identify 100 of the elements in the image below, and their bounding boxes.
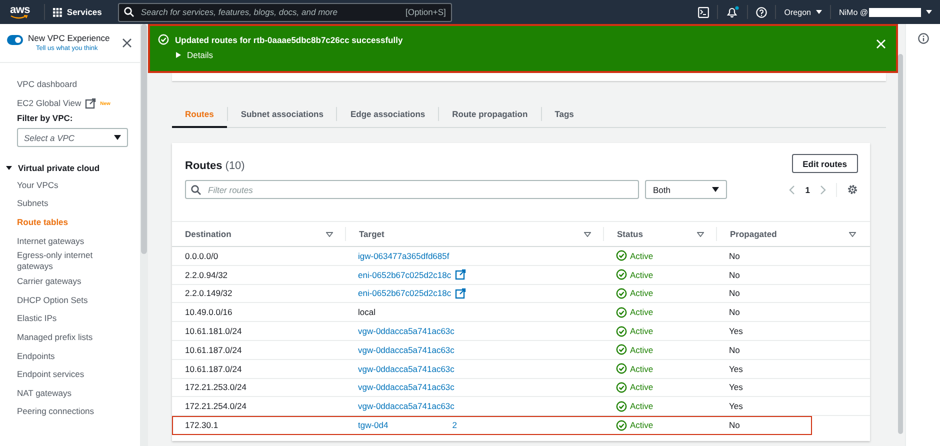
external-link-icon[interactable] — [455, 269, 466, 280]
caret-icon — [176, 52, 181, 58]
status-text: Active — [630, 326, 654, 336]
section-header[interactable]: Virtual private cloud — [0, 160, 140, 176]
table-cell-text: 172.21.254.0/24 — [184, 401, 248, 412]
caret-icon — [114, 135, 121, 140]
check-circle-icon — [616, 306, 627, 318]
column-header[interactable]: Status — [603, 227, 716, 241]
nav-link[interactable]: Your VPCs — [0, 176, 118, 195]
table-cell-text: No — [728, 288, 741, 298]
bell-icon[interactable] — [726, 6, 740, 18]
target-link[interactable]: vgw-0ddacca5a741ac63c — [358, 344, 454, 355]
table-cell-text: 10.61.187.0/24 — [184, 344, 243, 355]
caret-icon — [926, 10, 932, 14]
nav-link[interactable]: DHCP Option Sets — [0, 290, 118, 310]
nav-link[interactable]: Internet gateways — [0, 232, 118, 250]
filter-input[interactable]: Filter routes — [206, 184, 633, 196]
check-circle-icon — [616, 326, 627, 337]
tab[interactable]: Route propagation — [439, 100, 541, 128]
column-header[interactable]: Target — [345, 227, 603, 241]
caret-icon — [6, 165, 12, 171]
table-cell-text: Yes — [728, 382, 744, 392]
table-cell-text: 10.49.0.0/16 — [184, 307, 234, 318]
status-text: Active — [630, 250, 654, 261]
status-text: Active — [630, 420, 654, 430]
filter-field[interactable]: Filter routes — [185, 180, 639, 199]
check-circle-icon — [616, 344, 627, 356]
target-link[interactable]: 2 — [452, 420, 457, 430]
check-circle-icon — [616, 250, 627, 262]
settings-icon[interactable] — [847, 184, 858, 195]
nav-link[interactable]: Carrier gateways — [0, 272, 118, 291]
info-icon[interactable] — [918, 33, 928, 44]
aws-logo[interactable]: aws — [10, 6, 30, 18]
target-link[interactable]: igw-063477a365dfd685f — [358, 250, 450, 261]
table-cell-text: 10.61.187.0/24 — [184, 364, 243, 374]
nav-link[interactable]: Managed prefix lists — [0, 328, 118, 347]
nav-link[interactable]: VPC dashboard — [17, 79, 78, 90]
nav-link[interactable]: NAT gateways — [0, 384, 118, 403]
sort-icon — [697, 232, 704, 236]
account-menu[interactable]: NiMo @ — [838, 8, 932, 16]
table-cell-text: No — [728, 420, 741, 430]
tab[interactable]: Tags — [542, 100, 587, 128]
search-input[interactable]: Search for services, features, blogs, docs, and more — [138, 6, 400, 18]
vpc-select[interactable]: Select a VPC — [17, 128, 128, 147]
terminal-icon[interactable] — [698, 6, 710, 18]
table-cell-text: 2.2.0.149/32 — [184, 288, 234, 298]
table-cell-text: 172.21.253.0/24 — [184, 382, 248, 392]
status-text: Active — [630, 307, 654, 318]
target-link[interactable]: eni-0652b67c025d2c18c — [358, 270, 452, 280]
grid-icon — [52, 8, 62, 16]
search-field[interactable]: Search for services, features, blogs, docs, and more [Option+S] — [118, 2, 452, 22]
table-cell-text: Yes — [728, 364, 744, 374]
help-icon[interactable] — [756, 6, 768, 18]
check-circle-icon — [616, 269, 627, 280]
table-cell-text: No — [728, 270, 741, 280]
filter-label: Filter by VPC: — [16, 113, 74, 125]
nav-link[interactable]: Peering connections — [0, 402, 118, 422]
tab[interactable]: Subnet associations — [228, 100, 336, 128]
smile-icon — [10, 14, 28, 18]
close-icon[interactable] — [122, 38, 132, 48]
target-link[interactable]: tgw-0d4 — [358, 420, 388, 430]
table-cell-text: Yes — [728, 326, 744, 336]
target-link[interactable]: vgw-0ddacca5a741ac63c — [358, 364, 454, 374]
region-menu[interactable]: Oregon — [784, 8, 822, 16]
target-link[interactable]: eni-0652b67c025d2c18c — [358, 288, 452, 298]
panel-title: Routes — [185, 160, 222, 172]
sort-icon — [326, 232, 333, 236]
table-cell-text: 2.2.0.94/32 — [184, 270, 229, 280]
propagation-select[interactable]: Both — [645, 180, 727, 199]
table-cell-text: 172.30.1 — [184, 420, 220, 430]
check-circle-icon — [616, 400, 627, 412]
nav-link[interactable]: Elastic IPs — [0, 310, 118, 328]
tab[interactable]: Edge associations — [337, 100, 438, 128]
page-number[interactable]: 1 — [805, 184, 810, 194]
nav-link[interactable]: Endpoints — [0, 346, 118, 366]
column-header[interactable]: Destination — [172, 227, 345, 241]
sort-icon — [849, 232, 856, 236]
table-cell-text: No — [728, 250, 741, 261]
column-header[interactable]: Propagated — [716, 227, 868, 241]
status-text: Active — [630, 288, 654, 298]
edit-routes-button[interactable]: Edit routes — [792, 154, 858, 173]
table-cell-text: No — [728, 344, 741, 355]
external-link-icon[interactable] — [455, 288, 466, 299]
table-cell-text: No — [728, 307, 741, 318]
nav-link[interactable]: Egress-only internet gateways — [0, 250, 118, 272]
details-toggle[interactable]: Details — [176, 50, 876, 60]
target-link[interactable]: vgw-0ddacca5a741ac63c — [358, 382, 454, 392]
toggle-switch[interactable] — [7, 35, 23, 45]
sort-icon — [584, 232, 591, 236]
status-text: Active — [630, 364, 654, 374]
external-link-icon[interactable] — [85, 98, 96, 109]
services-button[interactable]: Services — [44, 4, 110, 20]
target-link[interactable]: vgw-0ddacca5a741ac63c — [358, 401, 454, 412]
nav-link[interactable]: Endpoint services — [0, 365, 118, 384]
nav-link[interactable]: Subnets — [0, 194, 118, 214]
nav-link[interactable]: EC2 Global View — [17, 98, 82, 109]
table-cell-text: 10.61.181.0/24 — [184, 326, 243, 336]
target-link[interactable]: vgw-0ddacca5a741ac63c — [358, 326, 454, 336]
status-text: Active — [630, 270, 654, 280]
banner-message: Updated routes for rtb-0aaae5dbc8b7c26cc successfully — [175, 34, 403, 44]
